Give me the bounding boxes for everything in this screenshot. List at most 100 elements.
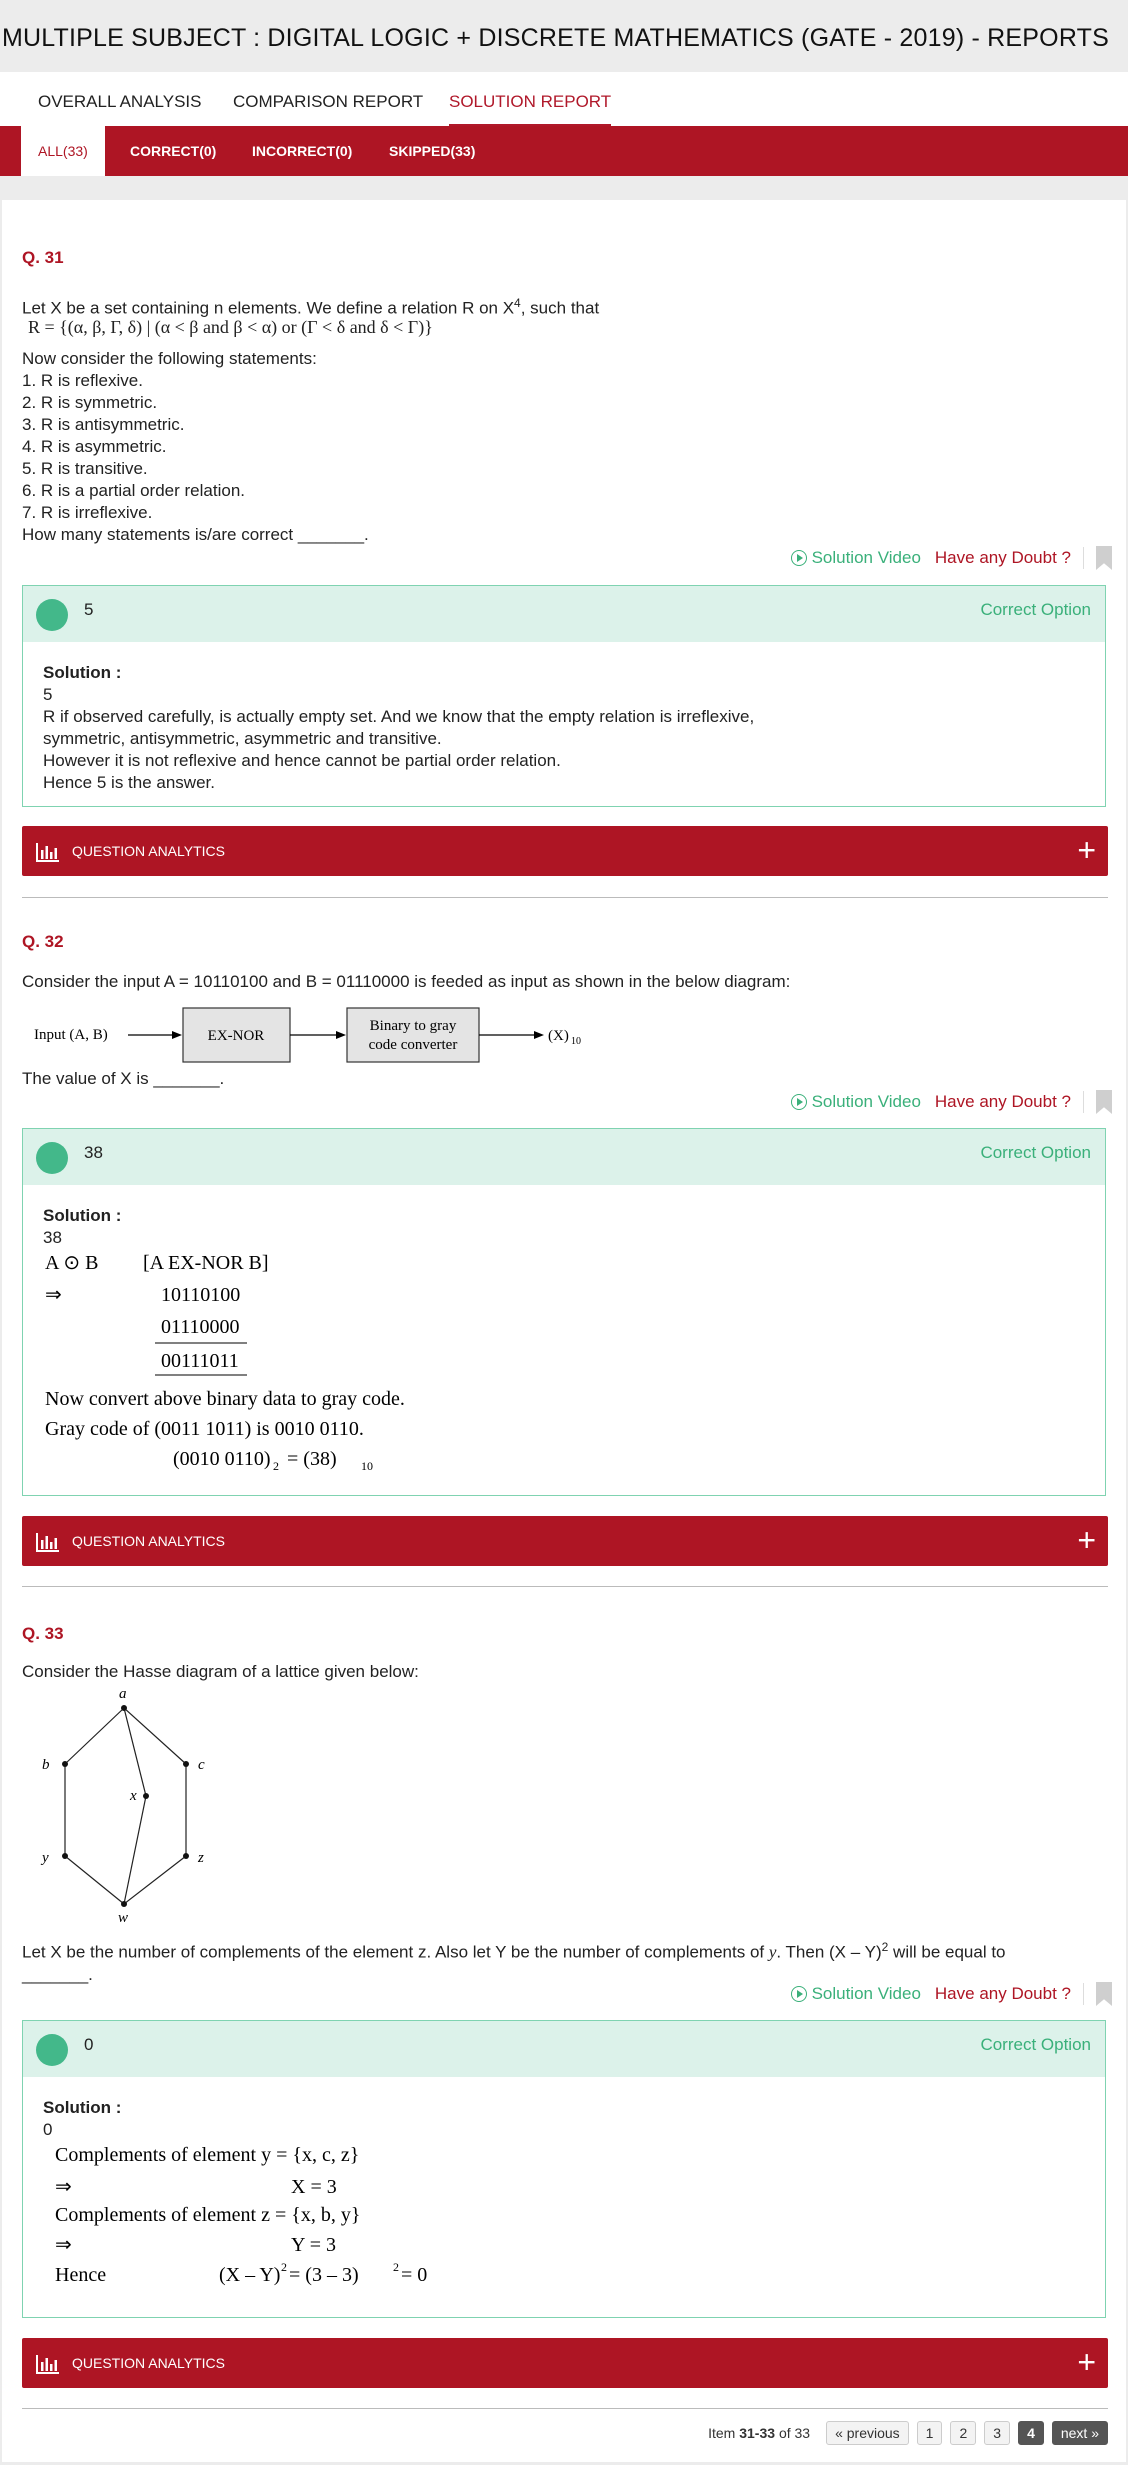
have-doubt-link[interactable]: Have any Doubt ?	[935, 1984, 1071, 2004]
hence-label: Hence	[55, 2264, 106, 2286]
xnor-expression: A ⊙ B	[45, 1252, 98, 1274]
tab-comparison-report[interactable]: COMPARISON REPORT	[233, 92, 423, 112]
question-number: Q. 31	[22, 248, 64, 267]
question-divider	[22, 2408, 1108, 2409]
report-header: MULTIPLE SUBJECT : DIGITAL LOGIC + DISCR…	[0, 0, 1128, 72]
page-1-button[interactable]: 1	[916, 2421, 943, 2445]
page-title: MULTIPLE SUBJECT : DIGITAL LOGIC + DISCR…	[2, 24, 1109, 52]
question-text: Consider the input A = 10110100 and B = …	[22, 972, 791, 991]
bookmark-icon[interactable]	[1096, 1982, 1112, 2006]
bar-chart-icon	[36, 843, 59, 862]
answer-header: 0 Correct Option	[23, 2021, 1105, 2077]
page-4-button[interactable]: 4	[1018, 2421, 1044, 2445]
expand-plus-icon[interactable]: +	[1077, 2344, 1096, 2380]
correct-indicator-icon	[36, 2034, 68, 2066]
solution-value: 38	[43, 1228, 62, 1247]
complements-working: Complements of element y = {x, c, z} ⇒ X…	[55, 2144, 427, 2286]
node-a	[121, 1705, 127, 1711]
statement-line: 6. R is a partial order relation.	[22, 481, 245, 500]
filter-bar: ALL(33) CORRECT(0) INCORRECT(0) SKIPPED(…	[0, 126, 1128, 176]
square-superscript: 2	[281, 2260, 287, 2274]
previous-page-button[interactable]: « previous	[826, 2421, 909, 2445]
node-c	[183, 1761, 189, 1767]
question-number: Q. 33	[22, 1624, 64, 1643]
statement-line: 4. R is asymmetric.	[22, 437, 167, 456]
solution-video-link[interactable]: Solution Video	[790, 1984, 921, 2004]
solution-line: R if observed carefully, is actually emp…	[43, 707, 755, 726]
node-y	[62, 1853, 68, 1859]
question-divider	[22, 1586, 1108, 1587]
have-doubt-link[interactable]: Have any Doubt ?	[935, 548, 1071, 568]
xnor-result: 00111011	[161, 1350, 239, 1372]
question-analytics-bar[interactable]: QUESTION ANALYTICS +	[22, 1516, 1108, 1566]
implies-arrow: ⇒	[55, 2234, 72, 2256]
filter-all[interactable]: ALL(33)	[21, 126, 105, 176]
solution-video-link[interactable]: Solution Video	[790, 1092, 921, 1112]
node-label-w: w	[118, 1910, 128, 1924]
pagination: Item 31-33 of 33 « previous 1 2 3 4 next…	[708, 2421, 1108, 2445]
converter-box	[346, 1007, 480, 1063]
gray-code-working: A ⊙ B [A EX-NOR B] ⇒ 10110100 01110000 0…	[45, 1252, 405, 1473]
solution-body: Solution : 5 R if observed carefully, is…	[43, 662, 754, 794]
conversion-step: Now convert above binary data to gray co…	[45, 1388, 405, 1410]
question-text: Consider the Hasse diagram of a lattice …	[22, 1662, 419, 1681]
filter-skipped[interactable]: SKIPPED(33)	[372, 126, 492, 176]
expand-plus-icon[interactable]: +	[1077, 832, 1096, 868]
solution-label: Solution :	[43, 2098, 122, 2117]
filter-correct[interactable]: CORRECT(0)	[113, 126, 233, 176]
tab-overall-analysis[interactable]: OVERALL ANALYSIS	[38, 92, 201, 112]
superscript: 4	[514, 296, 521, 310]
bookmark-icon[interactable]	[1096, 546, 1112, 570]
solution-video-link[interactable]: Solution Video	[790, 548, 921, 568]
node-label-x: x	[129, 1788, 137, 1804]
question-actions: Solution Video Have any Doubt ?	[790, 1090, 1112, 1114]
statement-line: 2. R is symmetric.	[22, 393, 158, 412]
have-doubt-link[interactable]: Have any Doubt ?	[935, 1092, 1071, 1112]
node-label-y: y	[40, 1850, 49, 1866]
question-analytics-label: QUESTION ANALYTICS	[72, 2355, 225, 2371]
bar-chart-icon	[36, 1533, 59, 1552]
question-text: The value of X is _______.	[22, 1069, 225, 1088]
x-value: X = 3	[291, 2176, 337, 2198]
pagination-item-label: Item	[708, 2425, 736, 2441]
circuit-diagram: Input (A, B) EX-NOR Binary to gray code …	[34, 1007, 581, 1063]
next-page-button[interactable]: next »	[1051, 2421, 1108, 2445]
node-z	[183, 1853, 189, 1859]
tab-solution-report[interactable]: SOLUTION REPORT	[449, 92, 612, 126]
divider	[1083, 547, 1084, 569]
play-icon	[790, 1986, 807, 2002]
answer-value: 5	[84, 600, 94, 619]
diagram-output-subscript: 10	[571, 1036, 581, 1047]
node-label-z: z	[197, 1850, 204, 1866]
diagram-output-label: (X)	[548, 1028, 569, 1044]
node-label-c: c	[198, 1757, 205, 1773]
correct-option-label: Correct Option	[980, 1143, 1091, 1162]
filter-incorrect[interactable]: INCORRECT(0)	[235, 126, 369, 176]
solution-label: Solution :	[43, 1206, 122, 1225]
solution-body: Solution : 0	[43, 2097, 121, 2141]
base-2-subscript: 2	[273, 1459, 279, 1473]
solution-line: symmetric, antisymmetric, asymmetric and…	[43, 729, 442, 748]
binary-row-b: 01110000	[161, 1316, 240, 1338]
solution-video-label: Solution Video	[811, 1092, 921, 1111]
question-number: Q. 32	[22, 932, 64, 951]
page-2-button[interactable]: 2	[950, 2421, 977, 2445]
statement-line: Now consider the following statements:	[22, 349, 317, 368]
page-3-button[interactable]: 3	[984, 2421, 1011, 2445]
question-analytics-bar[interactable]: QUESTION ANALYTICS +	[22, 2338, 1108, 2388]
expand-plus-icon[interactable]: +	[1077, 1522, 1096, 1558]
correct-indicator-icon	[36, 599, 68, 631]
solution-value: 0	[43, 2120, 53, 2139]
gray-code-step: Gray code of (0011 1011) is 0010 0110.	[45, 1418, 364, 1440]
node-b	[62, 1761, 68, 1767]
question-part: Let X be the number of complements of th…	[22, 1942, 769, 1962]
statements-list: Now consider the following statements: 1…	[22, 348, 1112, 546]
report-tabs: OVERALL ANALYSIS COMPARISON REPORT SOLUT…	[0, 72, 1128, 126]
implies-arrow: ⇒	[45, 1284, 62, 1306]
statement-line: 7. R is irreflexive.	[22, 503, 153, 522]
correct-option-label: Correct Option	[980, 600, 1091, 619]
y-value: Y = 3	[291, 2234, 336, 2256]
bookmark-icon[interactable]	[1096, 1090, 1112, 1114]
question-analytics-bar[interactable]: QUESTION ANALYTICS +	[22, 826, 1108, 876]
diagram-input-label: Input (A, B)	[34, 1027, 108, 1043]
